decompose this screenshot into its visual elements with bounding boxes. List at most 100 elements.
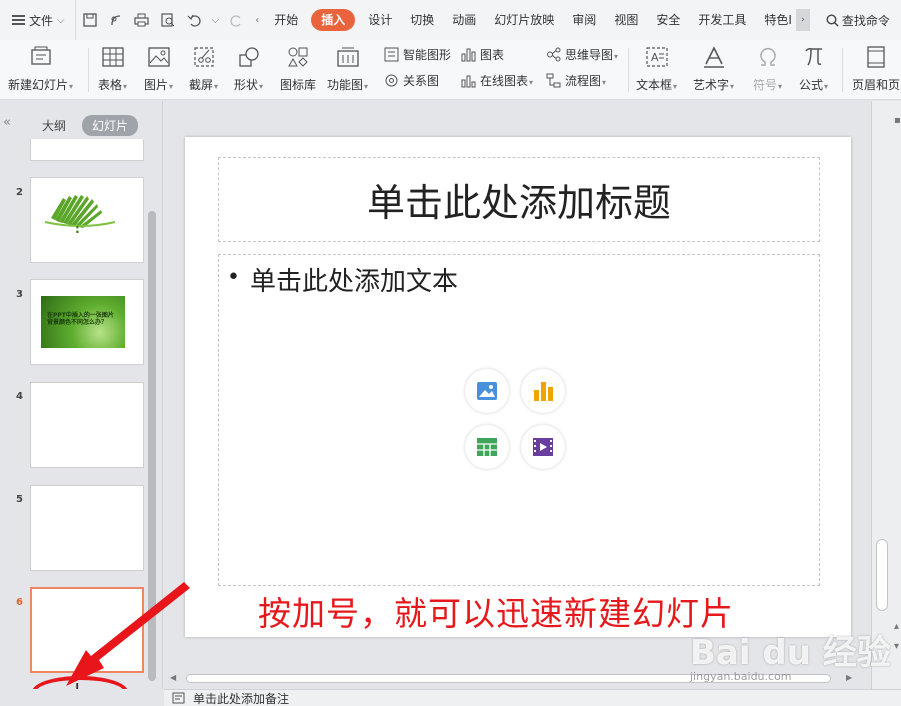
slide-2-text: :: [75, 222, 80, 236]
tabs-scroll-right-icon[interactable]: ›: [795, 9, 810, 31]
search-icon: [826, 13, 839, 27]
print-preview-icon[interactable]: [160, 12, 176, 28]
slide-thumbnail-1[interactable]: [30, 139, 144, 161]
table-button[interactable]: 表格: [98, 44, 127, 93]
bullet-dot: •: [227, 265, 240, 290]
symbol-button[interactable]: 符号: [753, 44, 782, 93]
video-icon: [533, 438, 553, 456]
ribbon-separator: [842, 48, 843, 92]
title-placeholder[interactable]: 单击此处添加标题: [218, 157, 820, 242]
export-pdf-icon[interactable]: [108, 12, 124, 28]
screenshot-button[interactable]: 截屏: [189, 44, 218, 93]
slide-thumbnail-6[interactable]: [30, 587, 144, 673]
icon-library-label: 图标库: [280, 78, 317, 92]
formula-button[interactable]: 公式: [799, 44, 828, 93]
slide-editor: 单击此处添加标题 • 单击此处添加文本 按加号，就可以迅速新建幻灯片 ◀ ▶: [164, 101, 871, 689]
notes-icon: [172, 692, 185, 704]
function-chart-icon: [335, 44, 361, 70]
slide-number: 6: [16, 597, 23, 608]
header-footer-button[interactable]: 页眉和页: [852, 44, 900, 93]
tab-insert[interactable]: 插入: [311, 9, 356, 31]
vertical-scroll-thumb[interactable]: [876, 539, 888, 611]
thumbnail-scrollbar[interactable]: [148, 211, 156, 681]
slide-thumbnail-3[interactable]: 在PPT中插入的一张图片背景颜色不同怎么办？: [30, 279, 144, 365]
picture-icon: [146, 44, 172, 70]
panel-view-tabs: 大纲 幻灯片: [32, 115, 139, 136]
scroll-up-icon[interactable]: ▴: [894, 621, 899, 632]
hamburger-icon: [12, 15, 25, 25]
online-chart-button[interactable]: 在线图表: [460, 72, 533, 89]
relation-chart-button[interactable]: 关系图: [383, 72, 439, 89]
smart-shape-icon: [383, 47, 399, 63]
notes-bar[interactable]: 单击此处添加备注: [164, 689, 901, 706]
chart-button[interactable]: 图表: [460, 46, 504, 63]
save-icon[interactable]: [82, 12, 98, 28]
mindmap-label: 思维导图: [565, 46, 618, 63]
table-icon: [100, 44, 126, 70]
command-search[interactable]: 查找命令: [826, 12, 890, 29]
formula-label: 公式: [799, 76, 828, 93]
shape-icon: [236, 44, 262, 70]
tab-view[interactable]: 视图: [605, 9, 647, 31]
file-menu[interactable]: 文件 ⌵: [0, 0, 75, 40]
undo-dropdown-icon[interactable]: ⌵: [212, 15, 220, 26]
redo-icon[interactable]: [229, 12, 245, 28]
current-slide[interactable]: 单击此处添加标题 • 单击此处添加文本 按加号，就可以迅速新建幻灯片: [185, 137, 851, 637]
wordart-button[interactable]: 艺术字: [693, 44, 734, 93]
green-fan-graphic: [44, 195, 116, 228]
content-placeholder[interactable]: • 单击此处添加文本: [218, 254, 820, 586]
insert-picture-button[interactable]: [465, 369, 509, 413]
tab-slideshow[interactable]: 幻灯片放映: [485, 9, 563, 31]
tab-home[interactable]: 开始: [265, 9, 307, 31]
tab-transition[interactable]: 切换: [401, 9, 443, 31]
tab-design[interactable]: 设计: [359, 9, 401, 31]
insert-chart-button[interactable]: [521, 369, 565, 413]
notes-placeholder: 单击此处添加备注: [193, 691, 290, 706]
insert-table-button[interactable]: [465, 425, 509, 469]
collapse-panel-icon[interactable]: «: [3, 115, 11, 130]
function-chart-label: 功能图: [327, 76, 368, 93]
smart-shape-button[interactable]: 智能图形: [383, 46, 451, 63]
side-panel-edge-icon[interactable]: ▪: [894, 115, 901, 126]
relation-chart-label: 关系图: [403, 74, 440, 88]
textbox-button[interactable]: A 文本框: [636, 44, 677, 93]
mindmap-button[interactable]: 思维导图: [545, 46, 618, 63]
tab-review[interactable]: 审阅: [563, 9, 605, 31]
undo-icon[interactable]: [186, 12, 202, 28]
print-icon[interactable]: [134, 12, 150, 28]
tab-animation[interactable]: 动画: [443, 9, 485, 31]
more-quick-icon[interactable]: ‹: [255, 15, 259, 26]
top-menu-bar: 文件 ⌵ ⌵ ‹ 开始 插入 设计 切换 动画 幻灯片放映 审阅 视图 安全 开…: [0, 0, 901, 40]
slide-thumbnail-2[interactable]: :: [30, 177, 144, 263]
new-slide-icon: [28, 44, 54, 70]
mindmap-icon: [545, 47, 561, 63]
icon-library-button[interactable]: 图标库: [280, 44, 316, 93]
header-footer-icon: [863, 44, 889, 70]
slide-thumbnail-4[interactable]: [30, 382, 144, 468]
insert-ribbon: 新建幻灯片 表格 图片 截屏 形状 图标库 功能图: [0, 40, 901, 100]
tab-outline[interactable]: 大纲: [32, 115, 76, 136]
insert-video-button[interactable]: [521, 425, 565, 469]
function-chart-button[interactable]: 功能图: [327, 44, 368, 93]
scroll-down-icon[interactable]: ▾: [894, 641, 899, 652]
scroll-left-icon[interactable]: ◀: [170, 673, 176, 682]
tab-security[interactable]: 安全: [647, 9, 689, 31]
command-search-label: 查找命令: [841, 13, 890, 28]
tab-special[interactable]: 特色I: [755, 9, 794, 31]
tab-developer[interactable]: 开发工具: [689, 9, 755, 31]
green-leaf-image: 在PPT中插入的一张图片背景颜色不同怎么办？: [41, 296, 125, 348]
tab-slides[interactable]: 幻灯片: [82, 115, 139, 136]
new-slide-button[interactable]: 新建幻灯片: [8, 44, 73, 93]
shape-button[interactable]: 形状: [234, 44, 263, 93]
content-bullet: • 单击此处添加文本: [227, 261, 458, 298]
flowchart-icon: [545, 73, 561, 89]
slide-thumbnail-5[interactable]: [30, 485, 144, 571]
wordart-label: 艺术字: [693, 76, 734, 93]
picture-button[interactable]: 图片: [144, 44, 173, 93]
table-icon: [477, 438, 497, 456]
picture-icon: [477, 382, 497, 400]
flowchart-button[interactable]: 流程图: [545, 72, 606, 89]
table-label: 表格: [98, 76, 127, 93]
ribbon-separator: [628, 48, 629, 92]
shape-label: 形状: [234, 76, 263, 93]
